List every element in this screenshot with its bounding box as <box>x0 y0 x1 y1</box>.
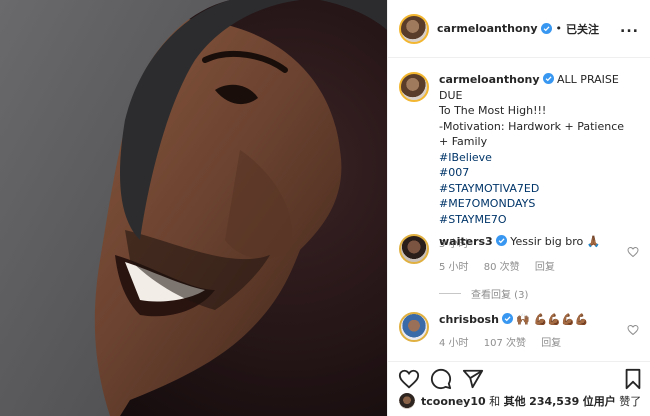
portrait-image <box>0 0 387 416</box>
comment-text: 🙌🏾 💪🏾💪🏾💪🏾💪🏾 <box>516 313 589 326</box>
post-side-panel: carmeloanthony • 已关注 ... carmeloanthony … <box>387 0 650 416</box>
view-replies-label: 查看回复 (3) <box>471 290 529 301</box>
commenter-avatar[interactable] <box>399 234 429 264</box>
liker-username[interactable]: tcooney10 <box>421 395 486 408</box>
hashtag-link[interactable]: #IBelieve <box>439 150 635 166</box>
commenter-username[interactable]: waiters3 <box>439 235 493 248</box>
heart-icon[interactable] <box>398 368 420 390</box>
comment-like-icon[interactable] <box>627 246 639 258</box>
hashtag-link[interactable]: #STAYMOTIVA7ED <box>439 181 635 197</box>
hashtag-link[interactable]: #STAYME7O <box>439 212 635 228</box>
verified-badge-icon <box>495 235 507 246</box>
post-header: carmeloanthony • 已关注 ... <box>388 0 650 58</box>
caption: carmeloanthony ALL PRAISE DUE To The Mos… <box>399 72 639 250</box>
share-icon[interactable] <box>462 368 484 390</box>
comment-likes[interactable]: 80 次赞 <box>484 262 520 273</box>
comment-time[interactable]: 4 小时 <box>439 338 469 349</box>
comment-text: Yessir big bro 🙏🏾 <box>510 235 601 248</box>
likes-count[interactable]: 234,539 <box>529 395 579 408</box>
comment-time[interactable]: 5 小时 <box>439 262 469 273</box>
action-bar <box>388 361 650 393</box>
likes-action: 赞了 <box>619 395 642 408</box>
view-replies-button[interactable]: 查看回复 (3) <box>439 286 528 301</box>
comment-likes[interactable]: 107 次赞 <box>484 338 526 349</box>
author-avatar[interactable] <box>399 13 429 44</box>
caption-body: carmeloanthony ALL PRAISE DUE To The Mos… <box>439 72 635 253</box>
hashtag-link[interactable]: #007 <box>439 165 635 181</box>
likes-others[interactable]: 其他 <box>504 393 526 409</box>
replies-divider-line <box>439 293 461 294</box>
likes-and: 和 <box>489 395 501 408</box>
likes-suffix[interactable]: 位用户 <box>583 393 616 409</box>
comment-like-icon[interactable] <box>627 324 639 336</box>
separator-dot: • <box>555 22 563 35</box>
commenter-username[interactable]: chrisbosh <box>439 313 499 326</box>
author-username[interactable]: carmeloanthony <box>437 22 538 35</box>
verified-badge-icon <box>542 73 554 84</box>
more-options-icon[interactable]: ... <box>620 20 639 36</box>
comment-meta: 4 小时 107 次赞 回复 <box>439 336 635 352</box>
likes-summary: tcooney10 和 其他 234,539 位用户 赞了 <box>399 393 641 409</box>
comment-item: chrisbosh 🙌🏾 💪🏾💪🏾💪🏾💪🏾 4 小时 107 次赞 回复 <box>399 312 639 361</box>
comment-body: waiters3 Yessir big bro 🙏🏾 5 小时 80 次赞 回复 <box>439 234 635 275</box>
post-photo[interactable] <box>0 0 387 416</box>
hashtag-link[interactable]: #ME7OMONDAYS <box>439 196 635 212</box>
follow-status-button[interactable]: 已关注 <box>566 21 599 37</box>
commenter-avatar[interactable] <box>399 312 429 342</box>
comment-icon[interactable] <box>430 368 452 390</box>
caption-text: To The Most High!!! <box>439 104 547 117</box>
comment-body: chrisbosh 🙌🏾 💪🏾💪🏾💪🏾💪🏾 4 小时 107 次赞 回复 <box>439 312 635 351</box>
bookmark-icon[interactable] <box>622 368 644 390</box>
reply-button[interactable]: 回复 <box>541 338 561 349</box>
instagram-post: carmeloanthony • 已关注 ... carmeloanthony … <box>0 0 650 416</box>
caption-avatar[interactable] <box>399 72 429 102</box>
comment-meta: 5 小时 80 次赞 回复 <box>439 260 635 276</box>
verified-badge-icon <box>501 313 513 324</box>
caption-motivation: -Motivation: Hardwork + Patience + Famil… <box>439 119 625 149</box>
liker-avatar[interactable] <box>399 393 415 409</box>
reply-button[interactable]: 回复 <box>535 262 555 273</box>
caption-username[interactable]: carmeloanthony <box>439 73 540 86</box>
comments-list[interactable]: carmeloanthony ALL PRAISE DUE To The Mos… <box>388 58 650 361</box>
verified-badge-icon <box>540 23 552 34</box>
